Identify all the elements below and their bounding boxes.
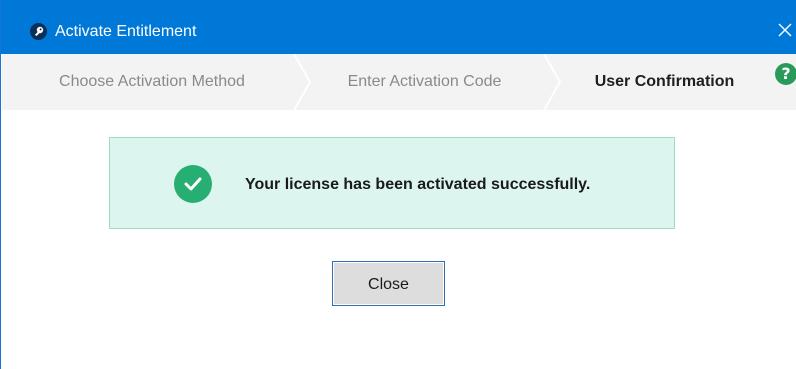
key-icon — [30, 23, 47, 40]
step-enter-activation-code: Enter Activation Code — [347, 73, 502, 90]
close-button[interactable]: Close — [332, 261, 445, 306]
title-bar: Activate Entitlement — [1, 0, 796, 54]
window-title: Activate Entitlement — [55, 23, 197, 40]
wizard-steps: Choose Activation Method Enter Activatio… — [2, 54, 796, 110]
step-choose-activation-method: Choose Activation Method — [59, 73, 245, 90]
help-icon[interactable]: ? — [775, 63, 796, 85]
step-user-confirmation: User Confirmation — [594, 73, 735, 90]
step-separator — [543, 54, 562, 110]
activate-entitlement-dialog: Activate Entitlement Choose Activation M… — [0, 0, 796, 369]
close-icon[interactable] — [773, 18, 796, 44]
success-message: Your license has been activated successf… — [245, 176, 591, 193]
checkmark-icon — [174, 165, 212, 203]
success-message-panel: Your license has been activated successf… — [109, 137, 675, 229]
